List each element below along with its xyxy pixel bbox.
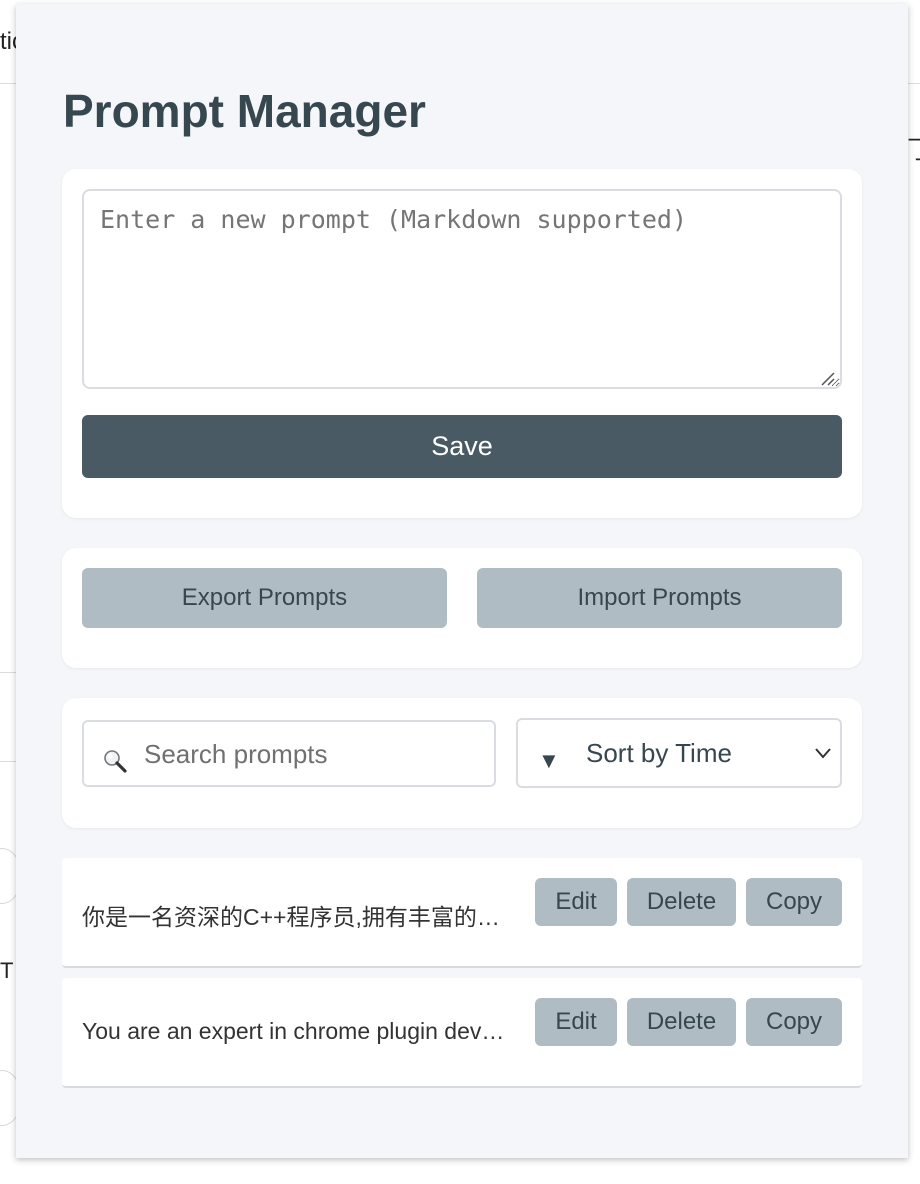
save-button[interactable]: Save bbox=[82, 415, 842, 478]
resize-grip-icon[interactable] bbox=[818, 369, 836, 387]
search-sort-card: ▼ Sort by Time bbox=[62, 698, 862, 828]
prompt-text: 你是一名资深的C++程序员,拥有丰富的开发经验 bbox=[82, 904, 512, 930]
new-prompt-textarea[interactable] bbox=[82, 189, 842, 389]
search-icon bbox=[104, 750, 127, 773]
edit-button[interactable]: Edit bbox=[535, 998, 617, 1046]
sort-selected-label: Sort by Time bbox=[586, 738, 732, 768]
copy-button[interactable]: Copy bbox=[746, 878, 842, 926]
delete-button[interactable]: Delete bbox=[627, 998, 736, 1046]
chevron-down-icon bbox=[815, 748, 831, 759]
search-box[interactable] bbox=[82, 720, 496, 787]
new-prompt-card: Save bbox=[62, 169, 862, 518]
import-export-card: Export Prompts Import Prompts bbox=[62, 548, 862, 668]
background-divider bbox=[0, 672, 16, 762]
delete-button[interactable]: Delete bbox=[627, 878, 736, 926]
edit-button[interactable]: Edit bbox=[535, 878, 617, 926]
page-title: Prompt Manager bbox=[63, 85, 426, 137]
copy-button[interactable]: Copy bbox=[746, 998, 842, 1046]
import-prompts-button[interactable]: Import Prompts bbox=[477, 568, 842, 628]
prompt-list-item: You are an expert in chrome plugin devel… bbox=[62, 978, 862, 1088]
prompt-text: You are an expert in chrome plugin devel… bbox=[82, 1018, 512, 1044]
background-letter: T bbox=[0, 958, 14, 983]
prompt-list-item: 你是一名资深的C++程序员,拥有丰富的开发经验 Edit Delete Copy bbox=[62, 858, 862, 968]
triangle-down-icon: ▼ bbox=[538, 748, 560, 773]
sort-select[interactable]: ▼ Sort by Time bbox=[516, 718, 842, 788]
search-input[interactable] bbox=[144, 732, 484, 776]
prompt-manager-popup: Prompt Manager Save Export Prompts Impor… bbox=[16, 4, 908, 1158]
export-prompts-button[interactable]: Export Prompts bbox=[82, 568, 447, 628]
